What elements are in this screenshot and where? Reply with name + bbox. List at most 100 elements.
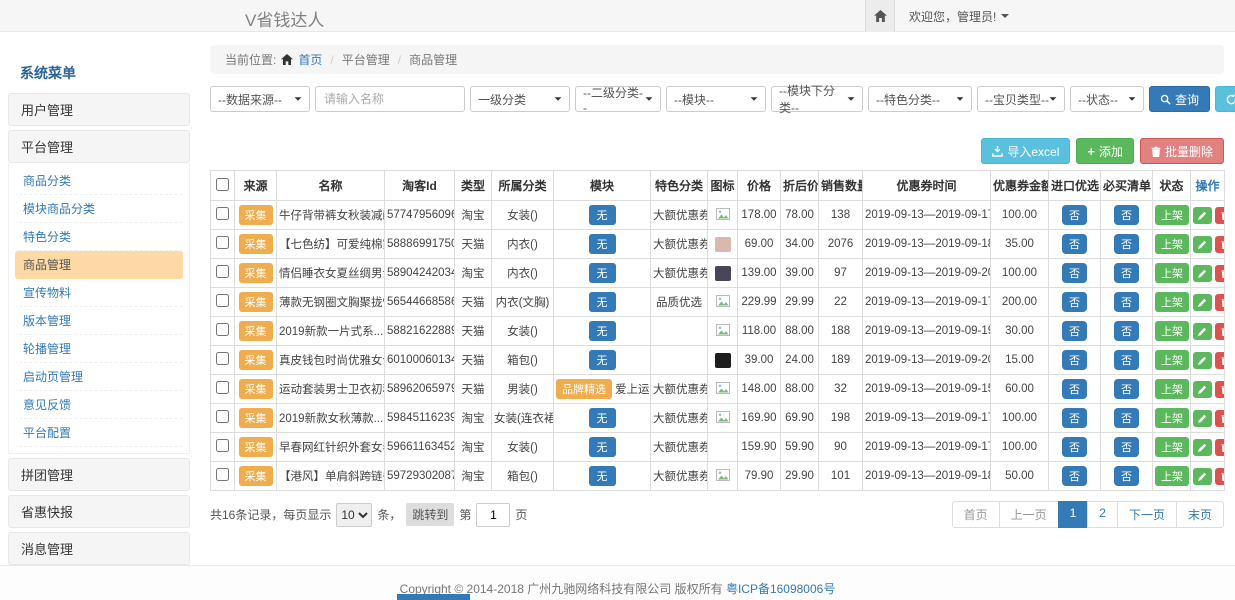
sidebar-submenu-item[interactable]: 特色分类 — [15, 223, 183, 251]
sidebar-submenu-item[interactable]: 平台配置 — [15, 419, 183, 447]
import-select-toggle[interactable]: 否 — [1062, 292, 1087, 312]
must-buy-toggle[interactable]: 否 — [1114, 292, 1139, 312]
sidebar-submenu-item[interactable]: 版本管理 — [15, 307, 183, 335]
sidebar-submenu-item[interactable]: 商品管理 — [15, 251, 183, 279]
row-checkbox[interactable] — [216, 352, 229, 365]
import-select-toggle[interactable]: 否 — [1062, 350, 1087, 370]
delete-button[interactable] — [1215, 265, 1225, 282]
status-toggle[interactable]: 上架 — [1155, 292, 1189, 312]
module-badge[interactable]: 无 — [589, 466, 616, 486]
must-buy-toggle[interactable]: 否 — [1114, 234, 1139, 254]
must-buy-toggle[interactable]: 否 — [1114, 408, 1139, 428]
filter-select[interactable]: --宝贝类型-- — [977, 86, 1065, 112]
sidebar-submenu-item[interactable]: 启动页管理 — [15, 363, 183, 391]
filter-select[interactable]: --模块-- — [666, 86, 766, 112]
edit-button[interactable] — [1193, 410, 1212, 427]
delete-button[interactable] — [1215, 468, 1225, 485]
edit-button[interactable] — [1193, 265, 1212, 282]
edit-button[interactable] — [1193, 323, 1212, 340]
filter-select[interactable]: --特色分类-- — [868, 86, 972, 112]
status-toggle[interactable]: 上架 — [1155, 350, 1189, 370]
breadcrumb-home-link[interactable]: 首页 — [298, 51, 322, 68]
module-badge[interactable]: 无 — [589, 437, 616, 457]
delete-button[interactable] — [1215, 236, 1225, 253]
delete-button[interactable] — [1215, 352, 1225, 369]
delete-button[interactable] — [1215, 323, 1225, 340]
select-all-checkbox[interactable] — [216, 178, 229, 191]
row-checkbox[interactable] — [216, 294, 229, 307]
edit-button[interactable] — [1193, 468, 1212, 485]
import-select-toggle[interactable]: 否 — [1062, 466, 1087, 486]
must-buy-toggle[interactable]: 否 — [1114, 466, 1139, 486]
module-badge[interactable]: 无 — [589, 234, 616, 254]
sidebar-submenu-item[interactable]: 轮播管理 — [15, 335, 183, 363]
sidebar-section[interactable]: 消息管理 — [8, 532, 190, 565]
status-toggle[interactable]: 上架 — [1155, 321, 1189, 341]
edit-button[interactable] — [1193, 381, 1212, 398]
row-checkbox[interactable] — [216, 468, 229, 481]
must-buy-toggle[interactable]: 否 — [1114, 321, 1139, 341]
status-toggle[interactable]: 上架 — [1155, 466, 1189, 486]
sidebar-submenu-item[interactable]: 商品分类 — [15, 167, 183, 195]
import-select-toggle[interactable]: 否 — [1062, 234, 1087, 254]
import-select-toggle[interactable]: 否 — [1062, 205, 1087, 225]
row-checkbox[interactable] — [216, 439, 229, 452]
user-menu[interactable]: 欢迎您，管理员! — [895, 8, 1023, 25]
delete-button[interactable] — [1215, 207, 1225, 224]
filter-select[interactable]: --状态-- — [1070, 86, 1144, 112]
delete-button[interactable] — [1215, 439, 1225, 456]
import-select-toggle[interactable]: 否 — [1062, 263, 1087, 283]
filter-select[interactable]: --模块下分类-- — [771, 86, 863, 112]
pager-button[interactable]: 末页 — [1176, 501, 1224, 528]
pager-button[interactable]: 下一页 — [1117, 501, 1177, 528]
module-badge[interactable]: 无 — [589, 292, 616, 312]
home-button[interactable] — [865, 0, 895, 32]
row-checkbox[interactable] — [216, 265, 229, 278]
must-buy-toggle[interactable]: 否 — [1114, 379, 1139, 399]
import-select-toggle[interactable]: 否 — [1062, 408, 1087, 428]
import-select-toggle[interactable]: 否 — [1062, 379, 1087, 399]
module-badge[interactable]: 无 — [589, 350, 616, 370]
status-toggle[interactable]: 上架 — [1155, 437, 1189, 457]
pager-button[interactable]: 首页 — [952, 501, 1000, 528]
sidebar-submenu-item[interactable]: 模块商品分类 — [15, 195, 183, 223]
module-badge[interactable]: 无 — [589, 408, 616, 428]
sidebar-section[interactable]: 拼团管理 — [8, 458, 190, 491]
batch-delete-button[interactable]: 批量删除 — [1140, 138, 1224, 164]
filter-select[interactable]: --数据来源-- — [210, 86, 310, 112]
status-toggle[interactable]: 上架 — [1155, 379, 1189, 399]
status-toggle[interactable]: 上架 — [1155, 234, 1189, 254]
jump-page-input[interactable] — [476, 503, 510, 527]
must-buy-toggle[interactable]: 否 — [1114, 437, 1139, 457]
module-badge[interactable]: 无 — [589, 263, 616, 283]
name-search-input[interactable] — [315, 86, 465, 112]
sidebar-submenu-item[interactable]: 宣传物料 — [15, 279, 183, 307]
module-badge[interactable]: 品牌精选 — [556, 379, 612, 399]
edit-button[interactable] — [1193, 236, 1212, 253]
status-toggle[interactable]: 上架 — [1155, 263, 1189, 283]
jump-button[interactable]: 跳转到 — [406, 503, 454, 526]
status-toggle[interactable]: 上架 — [1155, 408, 1189, 428]
sidebar-section[interactable]: 省惠快报 — [8, 495, 190, 528]
row-checkbox[interactable] — [216, 381, 229, 394]
must-buy-toggle[interactable]: 否 — [1114, 205, 1139, 225]
row-checkbox[interactable] — [216, 410, 229, 423]
status-toggle[interactable]: 上架 — [1155, 205, 1189, 225]
edit-button[interactable] — [1193, 439, 1212, 456]
delete-button[interactable] — [1215, 410, 1225, 427]
filter-select[interactable]: 一级分类 — [470, 86, 570, 112]
pager-button[interactable]: 1 — [1058, 501, 1089, 528]
page-size-select[interactable]: 10 — [336, 503, 372, 527]
reset-button[interactable]: 重置 — [1215, 86, 1235, 112]
delete-button[interactable] — [1215, 381, 1225, 398]
module-badge[interactable]: 无 — [589, 321, 616, 341]
pager-button[interactable]: 2 — [1087, 501, 1118, 528]
import-excel-button[interactable]: 导入excel — [981, 138, 1070, 164]
import-select-toggle[interactable]: 否 — [1062, 321, 1087, 341]
row-checkbox[interactable] — [216, 323, 229, 336]
sidebar-section[interactable]: 平台管理 — [8, 130, 190, 163]
must-buy-toggle[interactable]: 否 — [1114, 350, 1139, 370]
row-checkbox[interactable] — [216, 207, 229, 220]
delete-button[interactable] — [1215, 294, 1225, 311]
query-button[interactable]: 查询 — [1149, 86, 1210, 112]
